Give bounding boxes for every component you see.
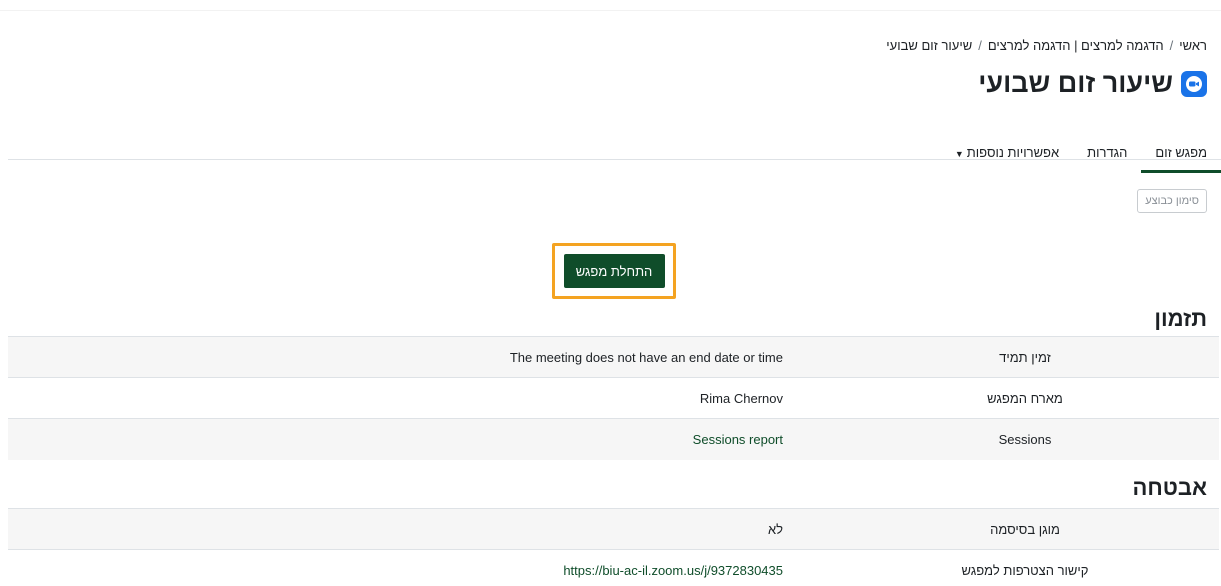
row-label: קישור הצטרפות למפגש — [961, 562, 1089, 578]
breadcrumb-course[interactable]: הדגמה למרצים | הדגמה למרצים — [988, 38, 1164, 53]
start-meeting-button[interactable]: התחלת מפגש — [563, 254, 665, 288]
sessions-report-link[interactable]: Sessions report — [693, 432, 783, 447]
table-row: The meeting does not have an end date or… — [8, 336, 1219, 378]
table-row: לא מוגן בסיסמה — [8, 508, 1219, 550]
row-label: זמין תמיד — [999, 349, 1051, 365]
breadcrumb: ראשי / הדגמה למרצים | הדגמה למרצים / שיעור ז… — [886, 38, 1207, 53]
schedule-value: The meeting does not have an end date or… — [8, 336, 785, 378]
security-label: מוגן בסיסמה — [935, 508, 1219, 550]
schedule-table: The meeting does not have an end date or… — [8, 336, 1219, 460]
top-divider — [0, 10, 1221, 11]
schedule-value: Rima Chernov — [8, 377, 785, 419]
tabs-divider — [8, 159, 1221, 160]
tab-label: הגדרות — [1087, 145, 1128, 160]
breadcrumb-current: שיעור זום שבועי — [886, 38, 973, 53]
security-value: לא — [8, 508, 785, 550]
schedule-label: מארח המפגש — [935, 377, 1219, 419]
row-label: Sessions — [998, 431, 1052, 447]
mark-complete-button[interactable]: סימון כבוצע — [1137, 189, 1207, 213]
join-meeting-link[interactable]: https://biu-ac-il.zoom.us/j/9372830435 — [563, 563, 783, 578]
table-row: https://biu-ac-il.zoom.us/j/9372830435 ק… — [8, 549, 1219, 586]
zoom-video-icon — [1181, 70, 1207, 97]
tab-label: אפשרויות נוספות — [966, 145, 1060, 160]
table-row: Sessions report Sessions — [8, 418, 1219, 460]
schedule-value: Sessions report — [8, 418, 785, 460]
row-label: מארח המפגש — [987, 390, 1063, 406]
security-value: https://biu-ac-il.zoom.us/j/9372830435 — [8, 549, 785, 586]
schedule-label: Sessions — [935, 418, 1219, 460]
security-heading: אבטחה — [1132, 475, 1208, 500]
start-meeting-highlight: התחלת מפגש — [552, 243, 676, 299]
breadcrumb-separator: / — [1169, 38, 1174, 53]
breadcrumb-separator: / — [978, 38, 982, 53]
row-label: מוגן בסיסמה — [990, 521, 1060, 537]
table-row: Rima Chernov מארח המפגש — [8, 377, 1219, 419]
security-label: קישור הצטרפות למפגש — [935, 549, 1219, 586]
page-title: שיעור זום שבועי — [978, 68, 1173, 98]
page-header: שיעור זום שבועי — [978, 68, 1207, 99]
tab-label: מפגש זום — [1155, 145, 1207, 160]
breadcrumb-home[interactable]: ראשי — [1179, 38, 1207, 53]
schedule-heading: תזמון — [1154, 306, 1207, 331]
schedule-label: זמין תמיד — [935, 336, 1219, 378]
chevron-down-icon: ▼ — [954, 149, 964, 159]
security-table: לא מוגן בסיסמה https://biu-ac-il.zoom.us… — [8, 508, 1219, 586]
